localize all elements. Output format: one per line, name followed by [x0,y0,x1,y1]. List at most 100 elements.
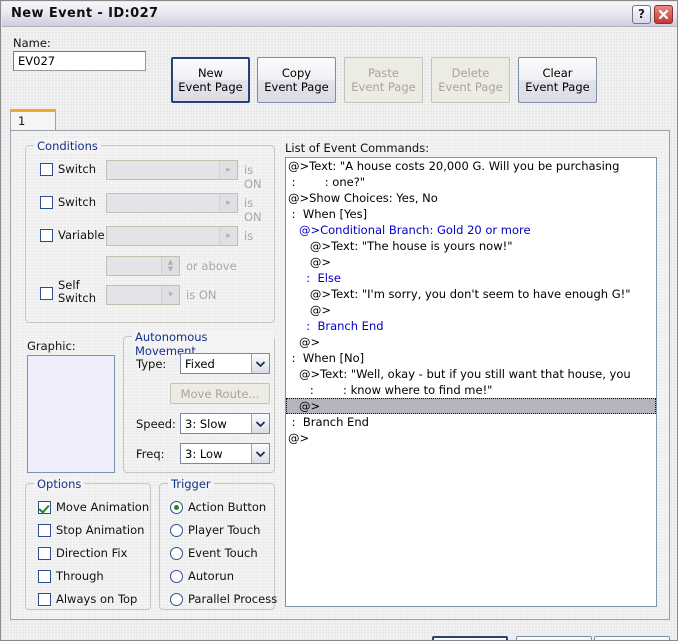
command-row[interactable]: : Branch End [286,318,656,334]
trigger-player-touch-label: Player Touch [188,523,261,537]
conditions-group-title: Conditions [34,139,101,153]
name-label: Name: [13,36,51,50]
movement-type-combo[interactable]: Fixed [180,353,270,374]
movement-speed-combo[interactable]: 3: Slow [180,413,270,434]
event-editor-window: New Event - ID:027 ? Name: New Event Pag… [0,0,678,641]
autonomous-movement-group: Autonomous Movement Type: Fixed Move Rou… [123,330,275,473]
delete-event-page-line1: Delete [451,66,490,80]
command-row[interactable]: : : know where to find me!" [286,382,656,398]
options-group-title: Options [34,477,85,491]
condition-switch1-checkbox[interactable] [40,163,53,176]
condition-switch2-suffix: is ON [244,196,262,224]
option-stop-animation-label: Stop Animation [56,523,145,537]
close-button[interactable] [654,5,673,24]
trigger-event-touch-radio[interactable] [170,547,183,560]
condition-variable-amount-value [107,257,161,275]
condition-variable-field: ▸ [106,226,238,246]
conditions-group: Conditions Switch ▸ is ON Switch ▸ is ON [25,139,275,323]
new-event-page-line1: New [197,66,224,80]
movement-freq-value: 3: Low [185,446,223,461]
condition-switch1-label: Switch [58,162,97,176]
command-list[interactable]: @>Text: "A house costs 20,000 G. Will yo… [285,157,657,607]
condition-switch1-field: ▸ [106,160,238,180]
chevron-down-icon [251,444,269,463]
command-row[interactable]: @>Conditional Branch: Gold 20 or more [286,222,656,238]
condition-self-switch-checkbox[interactable] [40,287,53,300]
paste-event-page-button: Paste Event Page [344,57,423,103]
copy-event-page-line1: Copy [281,66,312,80]
chevron-down-icon: ▾ [161,286,179,304]
help-button[interactable]: ? [632,5,651,24]
chevron-down-icon [251,414,269,433]
command-row[interactable]: @>Text: "The house is yours now!" [286,238,656,254]
chevron-right-icon: ▸ [219,161,237,179]
name-input[interactable] [13,51,146,71]
movement-speed-label: Speed: [136,417,176,431]
command-row[interactable]: : Branch End [286,414,656,430]
trigger-group: Trigger Action Button Player Touch Event… [159,477,277,610]
apply-button[interactable]: Apply [594,636,670,640]
option-through-checkbox[interactable] [38,570,51,583]
option-stop-animation-checkbox[interactable] [38,524,51,537]
graphic-preview[interactable] [27,355,115,473]
option-direction-fix-checkbox[interactable] [38,547,51,560]
new-event-page-button[interactable]: New Event Page [171,57,250,103]
trigger-player-touch-radio[interactable] [170,524,183,537]
command-row[interactable]: : When [No] [286,350,656,366]
condition-variable-value [107,227,219,245]
command-row[interactable]: @>Text: "A house costs 20,000 G. Will yo… [286,158,656,174]
command-row[interactable]: : : one?" [286,174,656,190]
command-row[interactable]: : When [Yes] [286,206,656,222]
command-list-label: List of Event Commands: [285,141,430,155]
condition-switch2-field: ▸ [106,193,238,213]
condition-variable-checkbox[interactable] [40,229,53,242]
delete-event-page-button: Delete Event Page [431,57,510,103]
command-row[interactable]: @>Show Choices: Yes, No [286,190,656,206]
command-row[interactable]: @>Text: "I'm sorry, you don't seem to ha… [286,286,656,302]
trigger-action-button-radio[interactable] [170,501,183,514]
tab-page-1[interactable]: 1 [10,109,56,131]
delete-event-page-line2: Event Page [438,80,503,94]
option-always-on-top-checkbox[interactable] [38,593,51,606]
movement-freq-label: Freq: [136,447,165,461]
paste-event-page-line2: Event Page [351,80,416,94]
condition-self-switch-field: ▾ [106,285,180,305]
movement-type-label: Type: [136,357,167,371]
command-row[interactable]: @>Text: "Well, okay - but if you still w… [286,366,656,382]
command-row[interactable]: @> [286,334,656,350]
ok-button[interactable]: OK [432,636,508,640]
trigger-action-button-label: Action Button [188,500,267,514]
condition-switch2-checkbox[interactable] [40,196,53,209]
trigger-parallel-process-radio[interactable] [170,593,183,606]
move-route-button: Move Route... [170,383,270,404]
window-title: New Event - ID:027 [11,6,159,21]
condition-variable-amount-suffix: or above [186,259,237,273]
copy-event-page-button[interactable]: Copy Event Page [257,57,336,103]
chevron-down-icon [251,354,269,373]
condition-switch1-suffix: is ON [244,163,262,191]
clear-event-page-line1: Clear [542,66,573,80]
condition-switch1-value [107,161,219,179]
command-row[interactable]: @> [286,430,656,446]
condition-switch2-label: Switch [58,195,97,209]
spinner-arrows-icon: ▲ ▼ [161,257,179,275]
movement-freq-combo[interactable]: 3: Low [180,443,270,464]
command-row[interactable]: @> [286,302,656,318]
trigger-autorun-radio[interactable] [170,570,183,583]
option-move-animation-label: Move Animation [56,500,150,514]
condition-self-switch-label: Self Switch [58,278,97,305]
command-row[interactable]: @> [286,398,656,414]
paste-event-page-line1: Paste [367,66,400,80]
chevron-right-icon: ▸ [219,194,237,212]
condition-self-switch-suffix: is ON [186,288,217,302]
command-row[interactable]: @> [286,254,656,270]
title-bar: New Event - ID:027 ? [2,2,677,27]
clear-event-page-button[interactable]: Clear Event Page [518,57,597,103]
cancel-button[interactable]: Cancel [516,636,592,640]
chevron-right-icon: ▸ [219,227,237,245]
option-move-animation-checkbox[interactable] [38,501,51,514]
option-through-label: Through [56,569,104,583]
option-direction-fix-label: Direction Fix [56,546,128,560]
command-row[interactable]: : Else [286,270,656,286]
clear-event-page-line2: Event Page [525,80,590,94]
